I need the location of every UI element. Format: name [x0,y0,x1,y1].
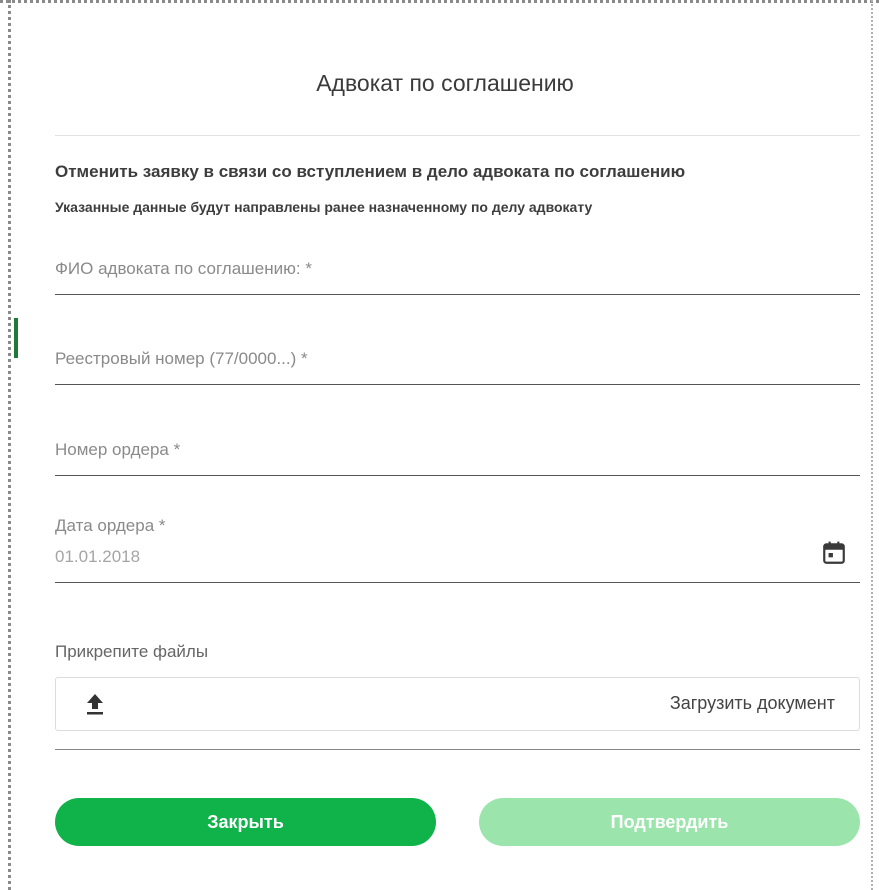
dialog-note: Указанные данные будут направлены ранее … [55,199,593,215]
upload-document-label: Загрузить документ [669,693,835,713]
registry-number-input[interactable] [55,344,815,374]
order-date-field[interactable]: Дата ордера * 01.01.2018 [55,514,860,583]
confirm-button[interactable]: Подтвердить [479,798,860,846]
attach-files-label: Прикрепите файлы [55,642,209,661]
dialog-subtitle: Отменить заявку в связи со вступлением в… [55,162,686,181]
close-button[interactable]: Закрыть [55,798,436,846]
screenshot-frame-top [0,0,879,3]
screenshot-frame-left [8,0,11,890]
order-number-input[interactable] [55,435,815,465]
lawyer-name-field [55,254,860,295]
registry-number-field [55,342,860,385]
upload-icon [87,694,103,715]
calendar-icon[interactable] [821,540,847,566]
order-number-field [55,432,860,476]
order-date-value[interactable]: 01.01.2018 [55,547,140,567]
title-divider [55,135,860,136]
order-date-label: Дата ордера * [55,516,166,535]
upload-document-button[interactable]: Загрузить документ [55,677,860,731]
screenshot-frame-right [871,0,873,890]
upload-divider [55,749,860,750]
lawyer-agreement-dialog: Адвокат по соглашению Отменить заявку в … [20,4,870,890]
lawyer-name-input[interactable] [55,254,815,284]
background-accent-mark [14,318,18,358]
dialog-title: Адвокат по соглашению [316,70,574,96]
